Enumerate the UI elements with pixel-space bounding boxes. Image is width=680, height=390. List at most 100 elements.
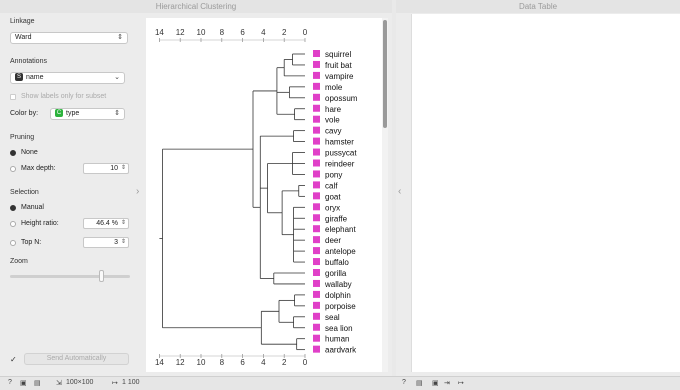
leaf-label: antelope <box>325 247 356 256</box>
axis-tick-label-top: 8 <box>220 28 225 37</box>
max-depth-spinner[interactable]: 10 ⇕ <box>83 163 129 174</box>
axis-tick-label-top: 4 <box>261 28 266 37</box>
app: Hierarchical Clustering Linkage Ward ⇕ A… <box>0 0 680 390</box>
annotation-value: name <box>26 74 44 81</box>
top-n-radio[interactable]: Top N: <box>10 239 41 246</box>
leaf-label: hamster <box>325 138 354 147</box>
chevron-down-icon: ⌄ <box>114 74 120 81</box>
max-depth-radio[interactable]: Max depth: <box>10 165 56 172</box>
leaf-label: vole <box>325 116 340 125</box>
zoom-slider-track[interactable] <box>10 275 130 278</box>
axis-tick-label-bottom: 4 <box>261 358 266 367</box>
stepper-icon[interactable]: ⇕ <box>121 219 126 228</box>
subset-checkbox[interactable] <box>10 93 16 100</box>
leaf-label: cavy <box>325 127 341 136</box>
selection-label: Selection <box>10 189 39 196</box>
subset-checkbox-row[interactable]: Show labels only for subset <box>10 93 106 100</box>
axis-tick-label-bottom: 8 <box>220 358 225 367</box>
save-icon[interactable]: ▣ <box>432 379 439 387</box>
zoom-slider-handle[interactable] <box>99 270 104 282</box>
leaf-label: pussycat <box>325 149 357 158</box>
chevron-left-icon[interactable]: ‹ <box>398 186 401 197</box>
leaf-label: seal <box>325 313 340 322</box>
control-panel: Linkage Ward ⇕ Annotations Sname ⌄ Show … <box>0 13 140 376</box>
axis-tick-label-top: 12 <box>176 28 185 37</box>
leaf-label: hare <box>325 105 342 114</box>
height-ratio-spinner[interactable]: 46.4 % ⇕ <box>83 218 129 229</box>
dendrogram-canvas[interactable]: 14 14 12 12 10 10 8 8 6 6 4 4 2 2 0 0 squirrel fruit bat v… <box>146 18 382 372</box>
linkage-select[interactable]: Ward ⇕ <box>10 32 128 44</box>
leaf-label: porpoise <box>325 302 356 311</box>
linkage-label: Linkage <box>10 18 35 25</box>
leaf-label: human <box>325 335 349 344</box>
leaf-label: deer <box>325 236 341 245</box>
chevron-right-icon[interactable]: › <box>136 186 139 197</box>
color-by-select[interactable]: Ctype ⇕ <box>50 108 125 120</box>
annotation-select[interactable]: Sname ⌄ <box>10 72 125 84</box>
output-arrow-icon: ↦ <box>112 380 118 387</box>
radio-icon[interactable] <box>10 239 16 246</box>
radio-icon[interactable] <box>10 220 16 227</box>
stepper-icon[interactable]: ⇕ <box>121 238 126 247</box>
leaf-label: mole <box>325 83 343 92</box>
save-icon[interactable]: ▣ <box>20 379 27 387</box>
leaf-color-marker <box>313 192 320 200</box>
pruning-label: Pruning <box>10 134 35 141</box>
updown-chevron-icon: ⇕ <box>114 110 120 117</box>
leaf-label: fruit bat <box>325 61 352 70</box>
radio-icon[interactable] <box>10 149 16 156</box>
leaf-color-marker <box>313 148 320 156</box>
leaf-color-marker <box>313 225 320 233</box>
leaf-color-marker <box>313 104 320 112</box>
axis-tick-label-bottom: 0 <box>303 358 308 367</box>
leaf-color-marker <box>313 115 320 123</box>
output-arrow-icon: ↦ <box>458 380 464 387</box>
data-table-area[interactable] <box>411 14 680 372</box>
output-readout: 1 100 <box>122 379 140 386</box>
leaf-label: sea lion <box>325 324 353 333</box>
leaf-label: oryx <box>325 203 340 212</box>
height-ratio-value: 46.4 % <box>96 220 118 227</box>
stepper-icon[interactable]: ⇕ <box>121 164 126 173</box>
top-n-spinner[interactable]: 3 ⇕ <box>83 237 129 248</box>
leaf-label: buffalo <box>325 258 349 267</box>
scroll-thumb[interactable] <box>383 20 387 128</box>
leaf-color-marker <box>313 301 320 309</box>
height-ratio-radio[interactable]: Height ratio: <box>10 220 59 227</box>
leaf-color-marker <box>313 334 320 342</box>
color-by-label: Color by: <box>10 110 39 117</box>
axis-tick-label-top: 14 <box>155 28 164 37</box>
report-icon[interactable]: ▤ <box>34 379 41 387</box>
leaf-color-marker <box>313 258 320 266</box>
manual-radio[interactable]: Manual <box>10 204 44 211</box>
checkmark-icon[interactable]: ✓ <box>10 355 17 364</box>
radio-icon[interactable] <box>10 204 16 211</box>
color-by-row: Color by: <box>10 110 38 117</box>
report-icon[interactable]: ▤ <box>416 379 423 387</box>
leaf-color-marker <box>313 60 320 68</box>
leaf-color-marker <box>313 214 320 222</box>
leaf-label: reindeer <box>325 160 355 169</box>
subset-label: Show labels only for subset <box>21 93 107 100</box>
send-automatically-button[interactable]: Send Automatically <box>24 353 129 365</box>
leaf-label: gorilla <box>325 269 347 278</box>
help-icon[interactable]: ? <box>402 379 406 386</box>
leaf-label: vampire <box>325 72 354 81</box>
leaf-label: pony <box>325 170 342 179</box>
window-title: Data Table <box>396 0 680 13</box>
axis-tick-label-top: 6 <box>240 28 245 37</box>
hierarchical-clustering-window: Hierarchical Clustering Linkage Ward ⇕ A… <box>0 0 392 376</box>
status-bar: ? ▣ ▤ ⇲ 100×100 ↦ 1 100 ? ▤ ▣ ⇥ ↦ <box>0 376 680 390</box>
help-icon[interactable]: ? <box>8 379 12 386</box>
window-title: Hierarchical Clustering <box>0 0 392 13</box>
dendrogram-svg[interactable]: 14 14 12 12 10 10 8 8 6 6 4 4 2 2 0 0 squirrel fruit bat v… <box>146 18 382 372</box>
axis-tick-label-bottom: 2 <box>282 358 287 367</box>
pruning-none-radio[interactable]: None <box>10 149 38 156</box>
leaf-label: goat <box>325 192 341 201</box>
axis-tick-label-bottom: 10 <box>197 358 206 367</box>
radio-icon[interactable] <box>10 165 16 172</box>
max-depth-label: Max depth: <box>21 165 56 172</box>
max-depth-value: 10 <box>110 165 118 172</box>
input-arrow-icon: ⇥ <box>444 380 450 387</box>
leaf-label: calf <box>325 181 338 190</box>
